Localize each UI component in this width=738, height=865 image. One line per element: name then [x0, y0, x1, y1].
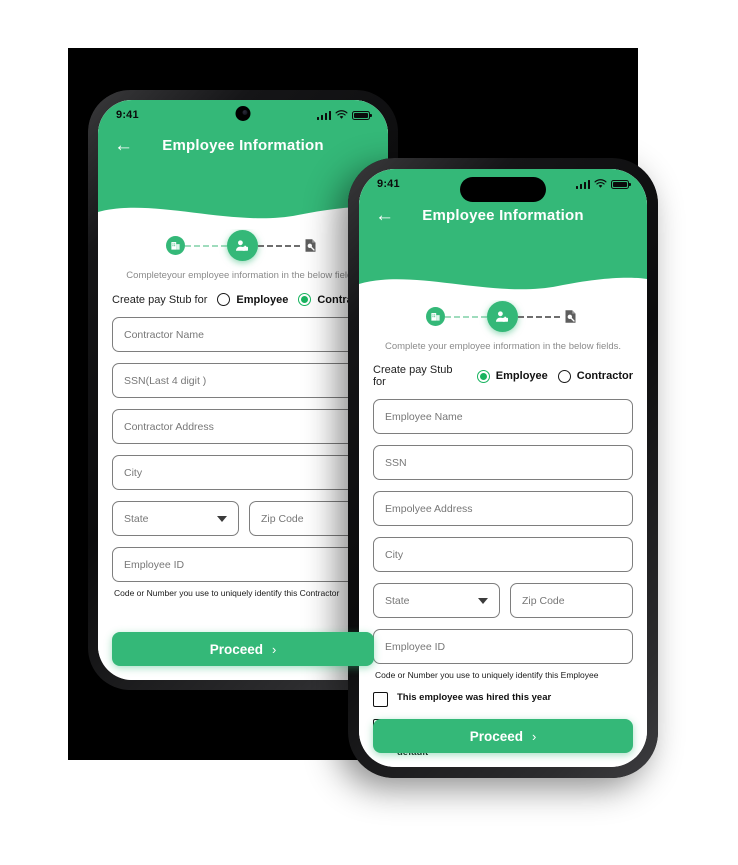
phone-screen: 9:41 [98, 100, 388, 680]
form-fields: Contractor Name SSN(Last 4 digit ) Contr… [98, 317, 388, 598]
city-input[interactable]: City [373, 537, 633, 572]
radio-contractor-indicator[interactable] [298, 293, 312, 306]
city-placeholder: City [124, 466, 143, 479]
document-preview-icon[interactable] [300, 235, 321, 256]
form-subtitle: Completeyour employee information in the… [126, 270, 360, 281]
battery-icon [611, 179, 631, 189]
radio-employee-indicator[interactable] [476, 369, 490, 383]
form-fields: Employee Name SSN Empolyee Address City … [359, 399, 647, 680]
proceed-button[interactable]: Proceed › [373, 719, 633, 753]
paystub-type-radio-group: Create pay Stub for Employee Contractor [359, 364, 647, 388]
phone-screen: 9:41 [359, 169, 647, 767]
progress-stepper [359, 301, 647, 332]
ssn-placeholder: SSN(Last 4 digit ) [124, 374, 207, 387]
checkbox-row-hired-this-year[interactable]: This employee was hired this year [373, 691, 633, 707]
radio-contractor-indicator[interactable] [557, 369, 571, 383]
employee-id-input[interactable]: Employee ID [112, 547, 374, 582]
progress-stepper [98, 230, 388, 261]
step-connector-1 [444, 315, 487, 318]
app-header: 9:41 ← Employee Information [98, 100, 388, 229]
cellular-bars-icon [316, 110, 331, 120]
employee-name-input[interactable]: Employee Name [373, 399, 633, 434]
checkbox-hired-this-year[interactable] [373, 692, 388, 707]
chevron-right-icon: › [531, 728, 537, 744]
back-arrow-icon[interactable]: ← [114, 136, 133, 155]
employee-id-input[interactable]: Employee ID [373, 629, 633, 664]
battery-icon [352, 110, 372, 120]
document-preview-icon[interactable] [560, 306, 581, 327]
proceed-label: Proceed [209, 641, 263, 657]
header-wave [359, 277, 647, 300]
paystub-type-radio-group: Create pay Stub for Employee Contractor [98, 293, 388, 306]
radio-contractor-label: Contractor [576, 370, 633, 382]
employee-person-icon[interactable] [486, 301, 518, 332]
proceed-label: Proceed [469, 728, 523, 744]
contractor-address-placeholder: Contractor Address [124, 420, 214, 433]
contractor-name-placeholder: Contractor Name [124, 328, 204, 341]
radio-employee-indicator[interactable] [217, 293, 231, 306]
form-subtitle: Complete your employee information in th… [384, 341, 622, 352]
step-connector-2 [517, 315, 560, 318]
employee-address-input[interactable]: Empolyee Address [373, 491, 633, 526]
ssn-input[interactable]: SSN(Last 4 digit ) [112, 363, 374, 398]
employee-id-placeholder: Employee ID [124, 558, 185, 571]
employee-id-helper-text: Code or Number you use to uniquely ident… [114, 588, 340, 598]
back-arrow-icon[interactable]: ← [375, 206, 394, 225]
radio-employee-label: Employee [236, 293, 289, 306]
radio-option-contractor[interactable]: Contractor [557, 369, 633, 383]
radio-group-label: Create pay Stub for [112, 293, 208, 306]
page-title: Employee Information [422, 206, 584, 224]
phone-mockup-employee: 9:41 ← Employee Information Complete you… [348, 158, 658, 778]
zip-code-placeholder: Zip Code [261, 512, 304, 525]
dynamic-island [460, 177, 546, 202]
ssn-placeholder: SSN [385, 456, 407, 469]
wifi-icon [594, 179, 607, 188]
employee-person-icon[interactable] [226, 230, 258, 261]
state-select[interactable]: State [373, 583, 500, 618]
status-time: 9:41 [377, 178, 400, 190]
city-input[interactable]: City [112, 455, 374, 490]
employee-id-placeholder: Employee ID [385, 640, 446, 653]
app-header: 9:41 ← Employee Information [359, 169, 647, 300]
scroll-area[interactable]: 9:41 [98, 100, 388, 680]
state-select[interactable]: State [112, 501, 239, 536]
city-placeholder: City [385, 548, 404, 561]
nav-bar: ← Employee Information [98, 123, 388, 167]
state-placeholder: State [385, 594, 410, 607]
step-connector-2 [257, 244, 300, 247]
page-title: Employee Information [162, 136, 324, 154]
ssn-input[interactable]: SSN [373, 445, 633, 480]
radio-option-employee[interactable]: Employee [217, 293, 288, 306]
chevron-right-icon: › [271, 641, 277, 657]
radio-employee-label: Employee [495, 370, 548, 382]
employee-address-placeholder: Empolyee Address [385, 502, 473, 515]
step-connector-1 [184, 244, 227, 247]
company-building-icon[interactable] [165, 236, 185, 255]
checkbox-hired-this-year-label: This employee was hired this year [397, 692, 552, 703]
state-placeholder: State [124, 512, 149, 525]
chevron-down-icon[interactable] [478, 597, 488, 604]
header-wave [98, 206, 388, 229]
radio-group-label: Create pay Stub for [373, 364, 453, 388]
front-camera-notch [235, 106, 251, 121]
proceed-button[interactable]: Proceed › [112, 632, 374, 666]
contractor-name-input[interactable]: Contractor Name [112, 317, 374, 352]
zip-code-placeholder: Zip Code [522, 594, 565, 607]
employee-id-helper-text: Code or Number you use to uniquely ident… [375, 670, 599, 680]
chevron-down-icon[interactable] [217, 515, 227, 522]
contractor-address-input[interactable]: Contractor Address [112, 409, 374, 444]
zip-code-input[interactable]: Zip Code [510, 583, 633, 618]
company-building-icon[interactable] [425, 307, 445, 326]
cellular-bars-icon [575, 179, 590, 189]
wifi-icon [335, 110, 348, 119]
scroll-area[interactable]: 9:41 [359, 169, 647, 767]
radio-option-employee[interactable]: Employee [476, 369, 548, 383]
employee-name-placeholder: Employee Name [385, 410, 463, 423]
status-time: 9:41 [116, 109, 139, 121]
